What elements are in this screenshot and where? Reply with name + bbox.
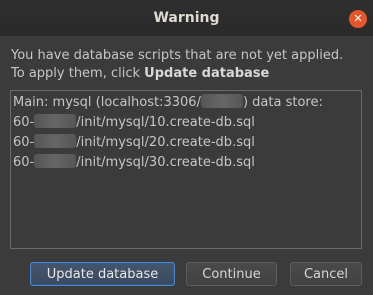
message-line-2-action: Update database [144, 66, 270, 81]
warning-message: You have database scripts that are not y… [11, 47, 366, 83]
script-path-prefix: 60- [13, 115, 35, 130]
script-path-suffix: /init/mysql/30.create-db.sql [76, 155, 255, 170]
script-path: 60- /init/mysql/10.create-db.sql [13, 113, 359, 133]
pending-scripts-list[interactable]: Main: mysql (localhost:3306/ ) data store… [10, 90, 362, 249]
redacted-text [200, 94, 243, 108]
close-icon[interactable]: ✕ [349, 10, 367, 28]
title-bar: Warning ✕ [0, 0, 373, 36]
script-path: 60- /init/mysql/30.create-db.sql [13, 153, 359, 173]
cancel-button[interactable]: Cancel [290, 262, 362, 286]
redacted-text [34, 134, 77, 148]
update-database-button[interactable]: Update database [30, 262, 175, 286]
data-store-header-prefix: Main: mysql (localhost:3306/ [13, 95, 201, 110]
dialog-title: Warning [153, 10, 220, 26]
script-path-prefix: 60- [13, 135, 35, 150]
script-path-suffix: /init/mysql/20.create-db.sql [76, 135, 255, 150]
script-path-suffix: /init/mysql/10.create-db.sql [76, 115, 255, 130]
message-line-2: To apply them, click Update database [11, 65, 366, 83]
data-store-header: Main: mysql (localhost:3306/ ) data store… [13, 93, 359, 113]
redacted-text [34, 154, 77, 168]
warning-dialog: Warning ✕ You have database scripts that… [0, 0, 373, 295]
message-line-1: You have database scripts that are not y… [11, 48, 344, 63]
data-store-header-suffix: ) data store: [242, 95, 323, 110]
message-line-2-prefix: To apply them, click [11, 66, 145, 81]
continue-button[interactable]: Continue [186, 262, 277, 286]
script-path: 60- /init/mysql/20.create-db.sql [13, 133, 359, 153]
script-path-prefix: 60- [13, 155, 35, 170]
redacted-text [34, 114, 77, 128]
